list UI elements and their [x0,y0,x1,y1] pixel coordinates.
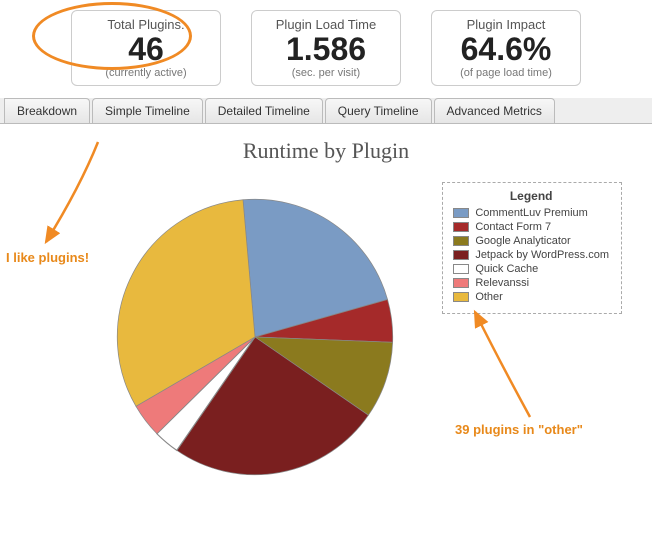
tab-detailed-timeline[interactable]: Detailed Timeline [205,98,323,123]
stat-label: Plugin Load Time [270,17,382,32]
stat-impact: Plugin Impact 64.6% (of page load time) [431,10,581,86]
stat-sub: (currently active) [90,67,202,79]
legend-swatch [453,292,469,302]
stats-row: Total Plugins: 46 (currently active) Plu… [0,0,652,98]
stat-sub: (of page load time) [450,67,562,79]
legend-swatch [453,222,469,232]
tab-advanced-metrics[interactable]: Advanced Metrics [434,98,555,123]
legend-label: Other [475,291,503,303]
legend-row: Relevanssi [453,277,609,289]
legend-row: Google Analyticator [453,235,609,247]
legend-title: Legend [453,189,609,203]
stat-load-time: Plugin Load Time 1.586 (sec. per visit) [251,10,401,86]
stat-value: 46 [90,32,202,67]
stat-label: Total Plugins: [90,17,202,32]
stat-value: 1.586 [270,32,382,67]
legend-label: Contact Form 7 [475,221,551,233]
annotation-like-plugins: I like plugins! [6,250,89,265]
stat-value: 64.6% [450,32,562,67]
stat-sub: (sec. per visit) [270,67,382,79]
annotation-other-note: 39 plugins in "other" [455,422,583,437]
pie-chart [110,192,400,482]
legend-label: Jetpack by WordPress.com [475,249,609,261]
legend-swatch [453,264,469,274]
tab-simple-timeline[interactable]: Simple Timeline [92,98,203,123]
legend-label: Quick Cache [475,263,538,275]
legend-label: CommentLuv Premium [475,207,587,219]
legend-row: CommentLuv Premium [453,207,609,219]
legend-label: Relevanssi [475,277,529,289]
stat-label: Plugin Impact [450,17,562,32]
stat-total-plugins: Total Plugins: 46 (currently active) [71,10,221,86]
chart-title: Runtime by Plugin [0,138,652,164]
legend-row: Other [453,291,609,303]
tab-breakdown[interactable]: Breakdown [4,98,90,123]
legend-row: Contact Form 7 [453,221,609,233]
legend-swatch [453,278,469,288]
legend-row: Quick Cache [453,263,609,275]
arrow-annotation-2 [430,302,610,442]
legend-label: Google Analyticator [475,235,570,247]
legend-swatch [453,250,469,260]
tab-bar: Breakdown Simple Timeline Detailed Timel… [0,98,652,124]
chart-area: Legend CommentLuv Premium Contact Form 7 G… [0,172,652,532]
legend: Legend CommentLuv Premium Contact Form 7 G… [442,182,622,314]
legend-swatch [453,208,469,218]
legend-swatch [453,236,469,246]
tab-query-timeline[interactable]: Query Timeline [325,98,432,123]
legend-row: Jetpack by WordPress.com [453,249,609,261]
